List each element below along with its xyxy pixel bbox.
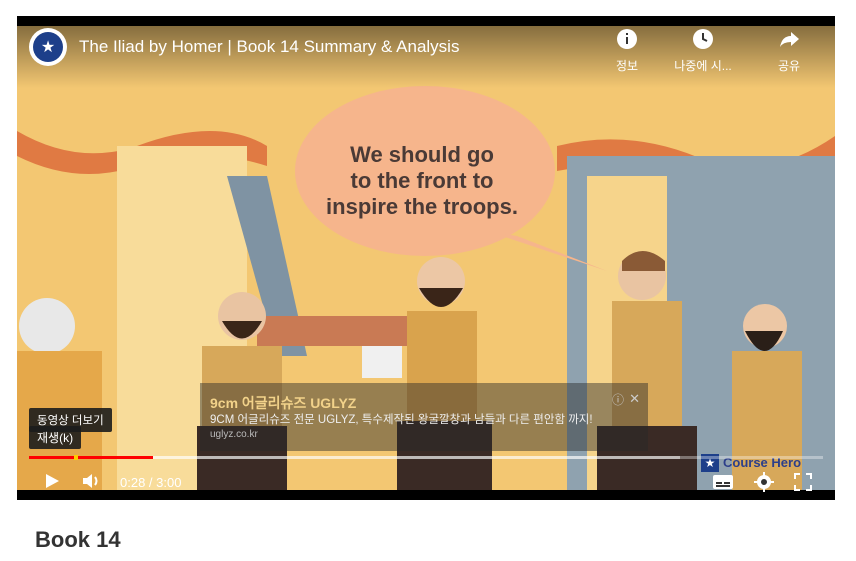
ad-overlay[interactable]: 9cm 어글리슈즈 UGLYZ 9CM 어글리슈즈 전문 UGLYZ, 특수제작… <box>200 383 648 451</box>
progress-bar[interactable] <box>29 455 823 460</box>
share-label: 공유 <box>777 59 801 73</box>
info-button[interactable]: 정보 <box>597 28 657 74</box>
subtitles-icon[interactable] <box>712 474 734 490</box>
ad-url[interactable]: uglyz.co.kr <box>210 429 258 440</box>
play-icon[interactable] <box>43 472 61 490</box>
speech-line-3: inspire the troops. <box>326 194 518 219</box>
speech-line-1: We should go <box>350 142 494 167</box>
share-icon <box>780 32 799 47</box>
watch-later-label: 나중에 시... <box>674 59 732 73</box>
progress-played <box>29 456 153 459</box>
settings-gear-icon[interactable] <box>754 472 774 492</box>
duration: 3:00 <box>156 475 182 490</box>
ad-title[interactable]: 9cm 어글리슈즈 UGLYZ <box>210 393 356 413</box>
fullscreen-icon[interactable] <box>794 473 812 491</box>
share-button[interactable]: 공유 <box>759 28 819 74</box>
current-time: 0:28 <box>120 475 146 490</box>
star-icon: ★ <box>33 32 63 62</box>
ad-close-icon[interactable]: ✕ <box>629 391 640 407</box>
watch-later-button[interactable]: 나중에 시... <box>663 28 743 74</box>
time-display: 0:28 / 3:00 <box>120 475 182 490</box>
control-bar: 0:28 / 3:00 <box>17 462 835 500</box>
page-heading: Book 14 <box>35 527 121 552</box>
speech-line-2: to the front to <box>351 168 494 193</box>
channel-avatar[interactable]: ★ <box>29 28 67 66</box>
progress-marker[interactable] <box>74 455 78 460</box>
video-title[interactable]: The Iliad by Homer | Book 14 Summary & A… <box>79 37 459 57</box>
ad-info-icon[interactable]: ⓘ <box>612 391 624 408</box>
clock-icon <box>693 29 713 49</box>
video-player[interactable]: We should go to the front to inspire the… <box>17 16 835 500</box>
info-label: 정보 <box>615 59 639 73</box>
info-icon <box>617 29 637 49</box>
ad-body[interactable]: 9CM 어글리슈즈 전문 UGLYZ, 특수제작된 왕굴깔창과 남들과 다른 편… <box>210 411 593 427</box>
volume-icon[interactable] <box>81 472 103 490</box>
play-tooltip: 재생(k) <box>29 426 82 449</box>
